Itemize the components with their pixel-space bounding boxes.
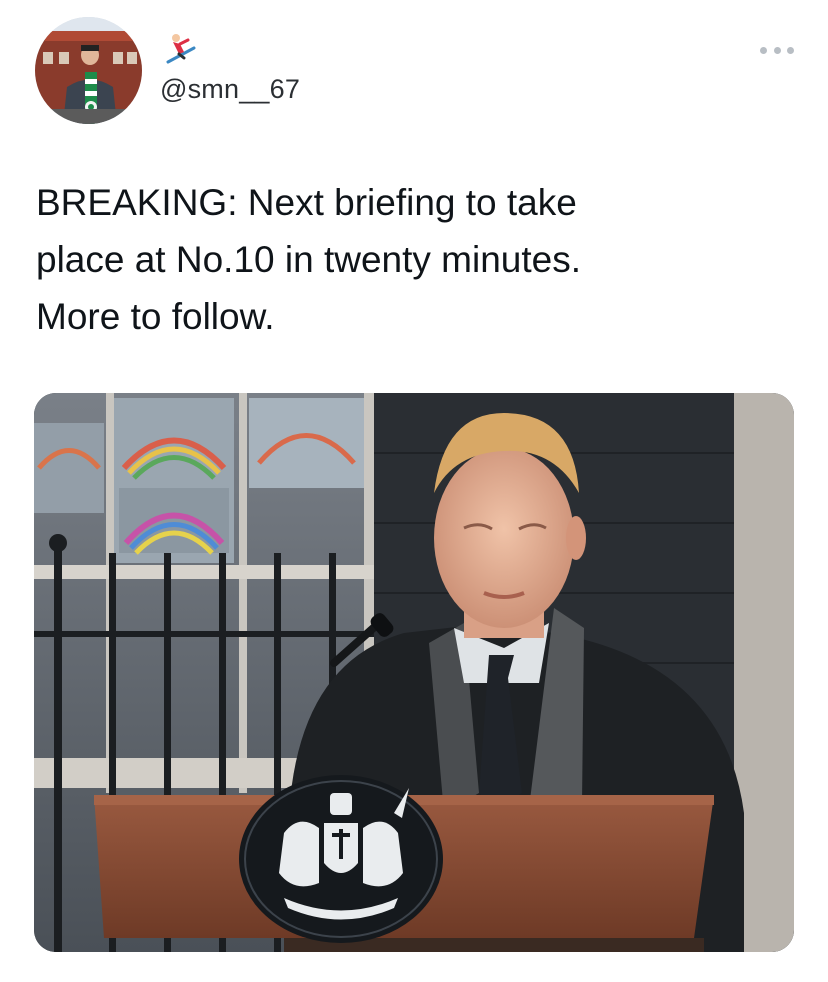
tweet-text: BREAKING: Next briefing to take place at… bbox=[36, 174, 776, 345]
attached-photo bbox=[34, 393, 794, 952]
user-handle[interactable]: @smn__67 bbox=[160, 74, 300, 105]
royal-coat-of-arms-icon bbox=[239, 775, 443, 943]
profile-avatar-icon bbox=[35, 17, 142, 124]
tweet-text-line: place at No.10 in twenty minutes. bbox=[36, 239, 582, 280]
more-options-icon[interactable] bbox=[760, 40, 794, 60]
tweet-text-line: BREAKING: Next briefing to take bbox=[36, 182, 577, 223]
more-dot bbox=[773, 46, 781, 54]
tweet-photo[interactable] bbox=[34, 393, 794, 952]
more-dot bbox=[760, 46, 767, 54]
tweet-text-line: More to follow. bbox=[36, 296, 275, 337]
profile-avatar[interactable] bbox=[35, 17, 142, 124]
skier-icon bbox=[164, 32, 198, 66]
more-dot bbox=[787, 46, 794, 54]
